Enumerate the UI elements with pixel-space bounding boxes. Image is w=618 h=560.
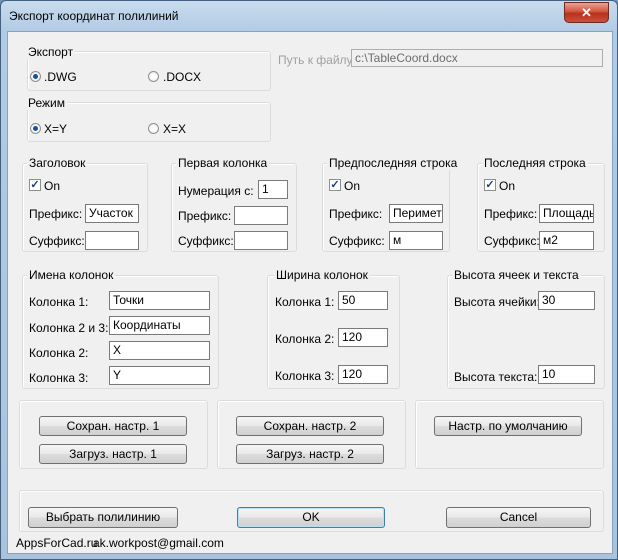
colwidth-3-input[interactable]: 120: [338, 365, 388, 384]
colwidth-1-label: Колонка 1:: [275, 295, 335, 309]
radio-x-eq-x-label[interactable]: X=X: [163, 122, 186, 136]
colname-1-label: Колонка 1:: [29, 295, 89, 309]
penultimate-on-label[interactable]: On: [344, 179, 360, 193]
default-settings-button[interactable]: Настр. по умолчанию: [434, 416, 582, 436]
colwidth-2-label: Колонка 2:: [275, 332, 335, 346]
save-settings-1-button[interactable]: Сохран. настр. 1: [39, 416, 187, 436]
dialog-client-area: Экспорт .DWG .DOCX Путь к файлу c:\Table…: [7, 31, 613, 554]
first-column-suffix-input[interactable]: [234, 231, 288, 250]
colname-23-input[interactable]: Координаты: [109, 316, 210, 335]
colname-2-input[interactable]: X: [109, 341, 210, 360]
radio-dwg[interactable]: [30, 71, 41, 82]
header-prefix-input[interactable]: Участок: [85, 204, 139, 223]
cancel-button[interactable]: Cancel: [446, 507, 591, 528]
last-row-suffix-label: Суффикс:: [484, 234, 540, 248]
penultimate-on-checkbox[interactable]: ✓: [329, 179, 341, 191]
colwidth-3-label: Колонка 3:: [275, 369, 335, 383]
title-bar[interactable]: Экспорт координат полилиний ✕: [1, 1, 617, 31]
colwidth-1-input[interactable]: 50: [338, 291, 388, 310]
email-link[interactable]: ak.workpost@gmail.com: [93, 536, 224, 550]
cell-height-label: Высота ячейки:: [454, 295, 540, 309]
numbering-label: Нумерация с:: [178, 184, 254, 198]
mode-group-title: Режим: [26, 96, 67, 110]
first-column-group-title: Первая колонка: [176, 156, 270, 170]
ok-button[interactable]: OK: [237, 507, 385, 528]
radio-dwg-label[interactable]: .DWG: [44, 70, 77, 84]
cell-height-group-title: Высота ячеек и текста: [452, 268, 581, 282]
close-icon: ✕: [581, 5, 592, 20]
colname-2-label: Колонка 2:: [29, 346, 89, 360]
last-row-on-label[interactable]: On: [499, 179, 515, 193]
radio-x-eq-y-label[interactable]: X=Y: [44, 122, 67, 136]
radio-x-eq-x[interactable]: [148, 123, 159, 134]
filepath-label: Путь к файлу: [278, 53, 353, 67]
penultimate-prefix-label: Префикс:: [329, 207, 383, 221]
filepath-input[interactable]: c:\TableCoord.docx: [351, 49, 603, 67]
first-column-suffix-label: Суффикс:: [178, 234, 234, 248]
header-prefix-label: Префикс:: [29, 207, 83, 221]
last-row-group-title: Последняя строка: [482, 156, 588, 170]
colname-23-label: Колонка 2 и 3:: [29, 321, 109, 335]
close-button[interactable]: ✕: [564, 2, 609, 23]
radio-x-eq-y[interactable]: [30, 123, 41, 134]
header-on-label[interactable]: On: [44, 179, 60, 193]
text-height-input[interactable]: 10: [538, 365, 595, 384]
last-row-prefix-input[interactable]: Площадь:: [539, 204, 594, 223]
window-title: Экспорт координат полилиний: [9, 9, 179, 23]
column-widths-group-title: Ширина колонок: [274, 268, 370, 282]
header-suffix-input[interactable]: [85, 231, 139, 250]
select-polyline-button[interactable]: Выбрать полилинию: [28, 507, 178, 528]
colname-1-input[interactable]: Точки: [109, 291, 210, 310]
export-group-title: Экспорт: [26, 45, 76, 59]
first-column-prefix-label: Префикс:: [178, 209, 232, 223]
last-row-prefix-label: Префикс:: [484, 207, 538, 221]
text-height-label: Высота текста:: [454, 370, 538, 384]
penultimate-row-group-title: Предпоследняя строка: [327, 156, 460, 170]
dialog-window: Экспорт координат полилиний ✕ Экспорт .D…: [0, 0, 618, 560]
colname-3-input[interactable]: Y: [109, 366, 210, 385]
colwidth-2-input[interactable]: 120: [338, 328, 388, 347]
colname-3-label: Колонка 3:: [29, 371, 89, 385]
header-on-checkbox[interactable]: ✓: [29, 179, 41, 191]
last-row-on-checkbox[interactable]: ✓: [484, 179, 496, 191]
penultimate-prefix-input[interactable]: Периметр: [389, 204, 443, 223]
site-link[interactable]: AppsForCad.ru: [16, 536, 97, 550]
first-column-prefix-input[interactable]: [234, 206, 288, 225]
penultimate-suffix-label: Суффикс:: [329, 234, 385, 248]
numbering-input[interactable]: 1: [258, 180, 288, 199]
save-settings-2-button[interactable]: Сохран. настр. 2: [236, 416, 384, 436]
penultimate-suffix-input[interactable]: м: [389, 231, 443, 250]
load-settings-2-button[interactable]: Загруз. настр. 2: [236, 444, 384, 464]
header-suffix-label: Суффикс:: [29, 234, 85, 248]
radio-docx[interactable]: [148, 71, 159, 82]
load-settings-1-button[interactable]: Загруз. настр. 1: [39, 444, 187, 464]
header-group-title: Заголовок: [27, 156, 88, 170]
column-names-group-title: Имена колонок: [27, 268, 116, 282]
cell-height-input[interactable]: 30: [538, 291, 595, 310]
radio-docx-label[interactable]: .DOCX: [163, 70, 201, 84]
last-row-suffix-input[interactable]: м2: [539, 231, 594, 250]
